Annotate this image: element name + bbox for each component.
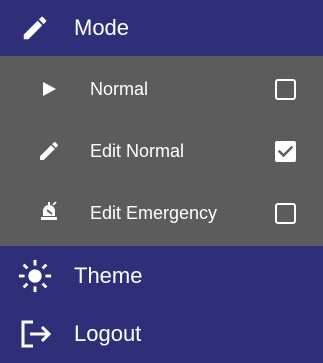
menu-item-logout-label: Logout [74, 320, 142, 346]
menu-item-theme[interactable]: Theme [0, 248, 323, 304]
mode-submenu: Normal Edit Normal Edit Emergency [0, 56, 323, 246]
pencil-icon [17, 10, 53, 46]
menu-item-theme-label: Theme [74, 263, 143, 288]
menu-item-mode-label: Mode [74, 15, 130, 40]
play-icon [34, 74, 64, 104]
submenu-item-edit-emergency[interactable]: Edit Emergency [0, 182, 323, 244]
submenu-item-normal[interactable]: Normal [0, 58, 323, 120]
settings-menu: Mode Normal Edit Normal Edit Emergency T… [0, 0, 323, 363]
pencil-icon [34, 136, 64, 166]
submenu-item-normal-label: Normal [90, 79, 149, 99]
menu-item-logout[interactable]: Logout [0, 304, 323, 363]
submenu-item-edit-normal-label: Edit Normal [90, 141, 185, 161]
edit-emergency-checkbox[interactable] [275, 203, 296, 224]
submenu-item-edit-emergency-label: Edit Emergency [90, 203, 218, 223]
sun-icon [17, 258, 53, 294]
alarm-bell-icon [34, 198, 64, 228]
menu-item-mode[interactable]: Mode [0, 0, 323, 56]
logout-icon [17, 316, 53, 352]
normal-checkbox[interactable] [275, 79, 296, 100]
edit-normal-checkbox[interactable] [275, 141, 296, 162]
submenu-item-edit-normal[interactable]: Edit Normal [0, 120, 323, 182]
